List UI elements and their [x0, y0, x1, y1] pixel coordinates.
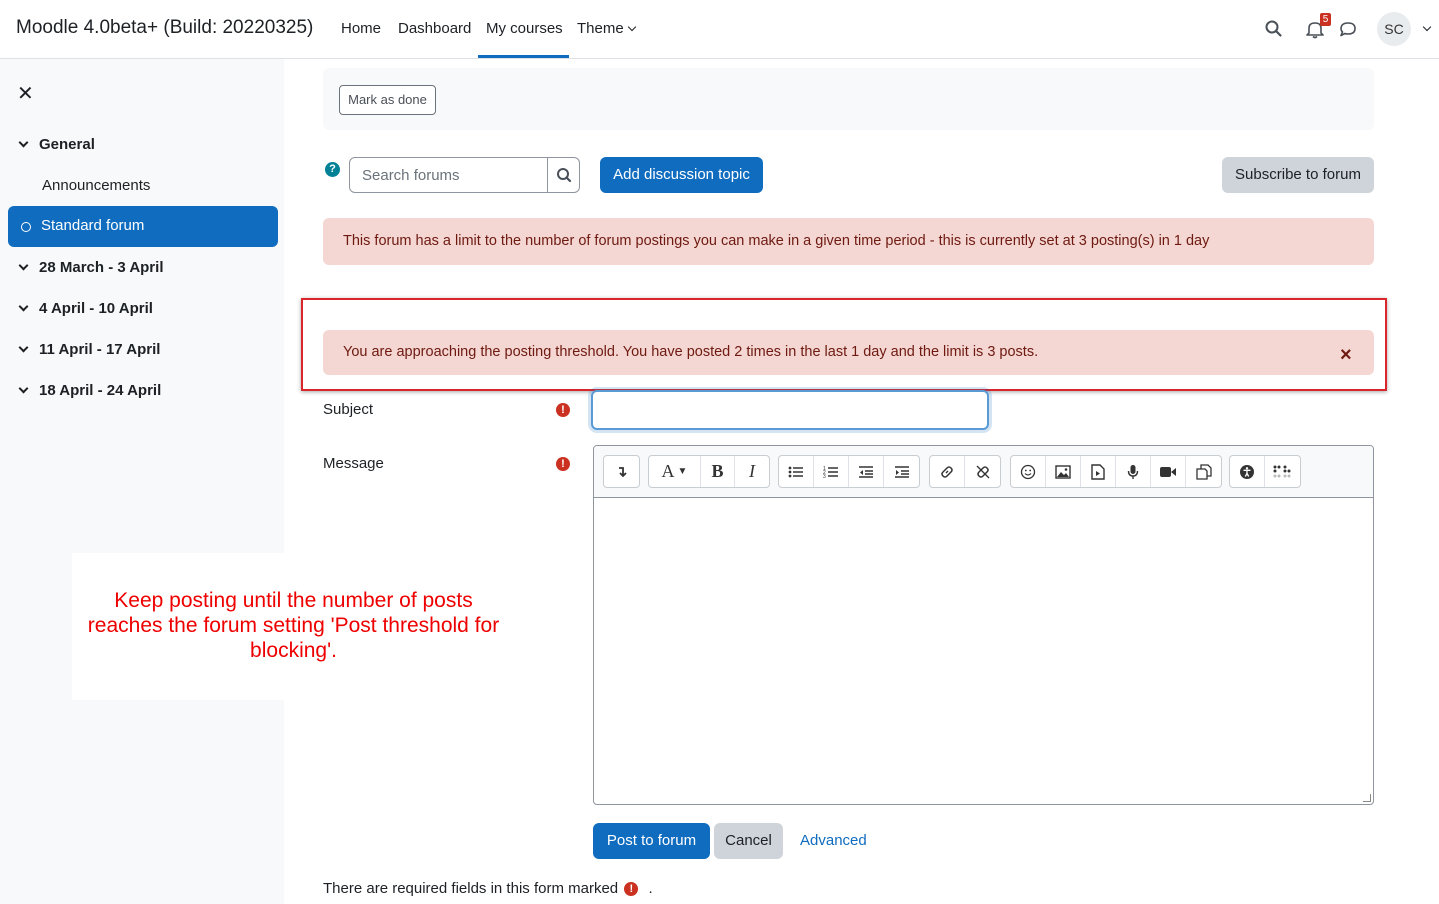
section-label: 4 April - 10 April — [39, 300, 153, 317]
chevron-down-icon[interactable] — [18, 260, 29, 271]
toolbar-group — [1229, 455, 1301, 488]
cancel-button[interactable]: Cancel — [714, 823, 783, 859]
search-button[interactable] — [547, 158, 579, 192]
required-fields-note: There are required fields in this form m… — [323, 880, 653, 897]
nav-my-courses[interactable]: My courses — [486, 20, 563, 37]
chevron-down-icon — [627, 22, 636, 32]
toolbar-group — [929, 455, 1001, 488]
required-icon: ! — [556, 403, 570, 417]
advanced-link[interactable]: Advanced — [800, 832, 867, 849]
required-icon: ! — [556, 457, 570, 471]
annotation-highlight-box — [301, 298, 1387, 391]
help-icon[interactable]: ? — [325, 162, 340, 177]
section-label: 11 April - 17 April — [39, 341, 161, 358]
add-discussion-button[interactable]: Add discussion topic — [600, 157, 763, 193]
message-icon[interactable] — [1337, 18, 1359, 40]
nav-theme[interactable]: Theme — [577, 20, 636, 37]
top-navbar: Moodle 4.0beta+ (Build: 20220325) Home D… — [0, 0, 1439, 59]
link-icon[interactable] — [930, 456, 965, 487]
section-general[interactable]: General — [18, 136, 95, 153]
message-label: Message — [323, 455, 384, 472]
unordered-list-icon[interactable] — [779, 456, 814, 487]
editor-toolbar: A ▼ B I 123 — [594, 446, 1373, 498]
post-to-forum-button[interactable]: Post to forum — [593, 823, 710, 859]
close-drawer-icon[interactable]: ✕ — [17, 81, 34, 106]
site-brand[interactable]: Moodle 4.0beta+ (Build: 20220325) — [16, 17, 313, 39]
avatar[interactable]: SC — [1377, 12, 1411, 46]
required-icon: ! — [624, 882, 639, 896]
toolbar-group: A ▼ B I — [648, 455, 770, 488]
emoji-icon[interactable] — [1011, 456, 1046, 487]
bold-icon[interactable]: B — [701, 456, 735, 487]
chevron-down-icon[interactable] — [18, 383, 29, 394]
drawer-item-label: Standard forum — [41, 217, 145, 234]
user-menu-chevron-icon[interactable] — [1422, 22, 1432, 32]
search-icon[interactable] — [1263, 18, 1285, 40]
media-icon[interactable] — [1081, 456, 1116, 487]
chevron-down-icon[interactable] — [18, 342, 29, 353]
activity-completion-box — [323, 68, 1374, 130]
section-week-1[interactable]: 28 March - 3 April — [18, 259, 164, 276]
search-icon — [557, 168, 572, 183]
notification-badge: 5 — [1320, 13, 1331, 26]
nav-theme-label: Theme — [577, 20, 624, 37]
course-index-drawer: ✕ General Announcements Standard forum 2… — [0, 59, 284, 904]
subject-label: Subject — [323, 401, 374, 418]
subject-input[interactable] — [591, 390, 989, 430]
drawer-item-announcements[interactable]: Announcements — [42, 177, 150, 194]
accessibility-checker-icon[interactable] — [1230, 456, 1265, 487]
message-editor[interactable]: A ▼ B I 123 — [593, 445, 1374, 805]
subscribe-button[interactable]: Subscribe to forum — [1222, 157, 1374, 193]
forum-search — [349, 157, 580, 193]
toolbar-group — [603, 455, 640, 488]
indent-icon[interactable] — [884, 456, 919, 487]
resize-handle[interactable] — [1363, 794, 1371, 802]
section-label: 18 April - 24 April — [39, 382, 162, 399]
mark-as-done-button[interactable]: Mark as done — [339, 85, 436, 115]
toolbar-group: 123 — [778, 455, 920, 488]
section-label: General — [39, 136, 95, 153]
active-nav-indicator — [478, 55, 569, 58]
svg-text:3: 3 — [823, 474, 826, 479]
nav-dashboard[interactable]: Dashboard — [398, 20, 471, 37]
annotation-text: Keep posting until the number of posts r… — [87, 589, 500, 662]
required-note-end: . — [648, 880, 653, 897]
section-week-3[interactable]: 11 April - 17 April — [18, 341, 161, 358]
section-label: 28 March - 3 April — [39, 259, 164, 276]
section-week-4[interactable]: 18 April - 24 April — [18, 382, 162, 399]
screenreader-helper-icon[interactable] — [1265, 456, 1300, 487]
posting-limit-alert: This forum has a limit to the number of … — [323, 218, 1374, 265]
required-note-text: There are required fields in this form m… — [323, 880, 619, 897]
collapse-icon[interactable] — [604, 456, 639, 487]
nav-home[interactable]: Home — [341, 20, 381, 37]
ordered-list-icon[interactable]: 123 — [814, 456, 849, 487]
manage-files-icon[interactable] — [1186, 456, 1221, 487]
chevron-down-icon[interactable] — [18, 301, 29, 312]
font-style-icon[interactable]: A ▼ — [649, 456, 701, 487]
drawer-item-standard-forum[interactable]: Standard forum — [8, 206, 278, 247]
search-input[interactable] — [350, 158, 547, 192]
chevron-down-icon[interactable] — [18, 137, 29, 148]
record-audio-icon[interactable] — [1116, 456, 1151, 487]
circle-icon — [21, 222, 31, 232]
image-icon[interactable] — [1046, 456, 1081, 487]
record-video-icon[interactable] — [1151, 456, 1186, 487]
toolbar-group — [1010, 455, 1222, 488]
section-week-2[interactable]: 4 April - 10 April — [18, 300, 153, 317]
outdent-icon[interactable] — [849, 456, 884, 487]
italic-icon[interactable]: I — [735, 456, 769, 487]
unlink-icon[interactable] — [965, 456, 1000, 487]
